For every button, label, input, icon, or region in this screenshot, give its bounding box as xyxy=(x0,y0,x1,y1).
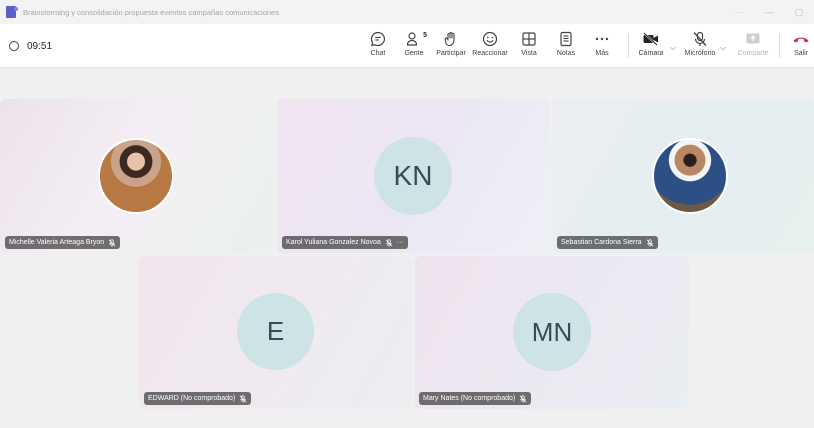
mic-off-icon xyxy=(692,30,708,48)
mic-off-icon xyxy=(239,394,247,403)
camera-off-icon xyxy=(642,30,660,48)
name-tag: EDWARD (No comprobado) xyxy=(144,392,252,405)
participant-tile[interactable]: MN Mary Nates (No comprobado) xyxy=(415,256,689,409)
raise-hand-label: Participar xyxy=(436,50,466,57)
notes-label: Notas xyxy=(556,50,576,57)
participant-initials-avatar: KN xyxy=(374,137,452,215)
react-button[interactable]: Reaccionar xyxy=(468,30,512,57)
leave-label: Salir xyxy=(793,50,808,57)
participant-photo-avatar xyxy=(98,138,174,214)
mic-off-icon xyxy=(646,238,654,247)
meeting-toolbar: 09:51 Chat 5 Gente Participar Reaccionar… xyxy=(0,24,814,68)
call-time: 09:51 xyxy=(27,40,53,52)
hang-up-icon xyxy=(792,30,810,48)
name-tag: Mary Nates (No comprobado) xyxy=(419,392,532,405)
participant-initials-avatar: E xyxy=(237,293,314,370)
timer-icon xyxy=(9,41,19,51)
participant-more-icon[interactable]: ··· xyxy=(397,239,404,246)
share-screen-icon xyxy=(745,30,761,48)
title-bar: Brainstorming y consolidación propuesta … xyxy=(0,0,814,24)
participant-tile[interactable]: E EDWARD (No comprobado) xyxy=(139,256,412,409)
people-label: Gente xyxy=(404,50,424,57)
participant-tile[interactable]: Sebastian Cardona Sierra xyxy=(553,99,814,253)
raise-hand-button[interactable]: Participar xyxy=(429,30,473,57)
leave-button[interactable]: Salir xyxy=(779,30,814,57)
mic-label: Micrófono xyxy=(684,50,716,57)
participant-name: Sebastian Cardona Sierra xyxy=(561,239,642,246)
window-controls: ··· — ▢ xyxy=(724,0,814,24)
mic-off-icon xyxy=(519,394,527,403)
name-tag: Michelle Valeria Arteaga Bryon xyxy=(5,236,121,249)
participant-name: Michelle Valeria Arteaga Bryon xyxy=(9,239,105,246)
share-button[interactable]: Comparte xyxy=(731,30,775,57)
window-more-button[interactable]: ··· xyxy=(724,7,754,17)
participant-tile[interactable]: KN Karol Yuliana Gonzalez Novoa ··· xyxy=(277,99,550,253)
more-button[interactable]: Más xyxy=(580,30,624,57)
people-count: 5 xyxy=(423,32,427,39)
participant-initials-avatar: MN xyxy=(513,293,591,371)
camera-label: Cámara xyxy=(638,50,664,57)
name-tag: Karol Yuliana Gonzalez Novoa ··· xyxy=(282,236,408,249)
window-title: Brainstorming y consolidación propuesta … xyxy=(23,7,279,17)
share-label: Comparte xyxy=(737,50,769,57)
people-icon: 5 xyxy=(406,30,427,48)
react-label: Reaccionar xyxy=(472,50,508,57)
chat-label: Chat xyxy=(370,50,386,57)
camera-button[interactable]: Cámara xyxy=(629,30,673,57)
chat-icon xyxy=(370,30,386,48)
participant-photo-avatar xyxy=(652,138,728,214)
participant-name: Mary Nates (No comprobado) xyxy=(423,395,516,402)
mic-options-chevron-icon[interactable]: ⌵ xyxy=(720,43,726,53)
mic-off-icon xyxy=(108,238,116,247)
participant-name: Karol Yuliana Gonzalez Novoa xyxy=(286,239,381,246)
hand-icon xyxy=(443,30,459,48)
more-icon xyxy=(594,30,610,48)
notes-icon xyxy=(558,30,574,48)
camera-options-chevron-icon[interactable]: ⌵ xyxy=(670,43,676,53)
mic-button[interactable]: Micrófono xyxy=(678,30,722,57)
grid-view-icon xyxy=(521,30,537,48)
view-label: Vista xyxy=(521,50,537,57)
call-timer: 09:51 xyxy=(9,24,52,68)
mic-off-icon xyxy=(385,238,393,247)
participant-tile[interactable]: Michelle Valeria Arteaga Bryon xyxy=(0,99,274,253)
smiley-icon xyxy=(482,30,498,48)
participant-name: EDWARD (No comprobado) xyxy=(148,395,236,402)
maximize-button[interactable]: ▢ xyxy=(784,7,814,18)
name-tag: Sebastian Cardona Sierra xyxy=(557,236,658,249)
minimize-button[interactable]: — xyxy=(754,7,784,17)
teams-app-icon xyxy=(6,6,18,18)
more-label: Más xyxy=(595,50,609,57)
